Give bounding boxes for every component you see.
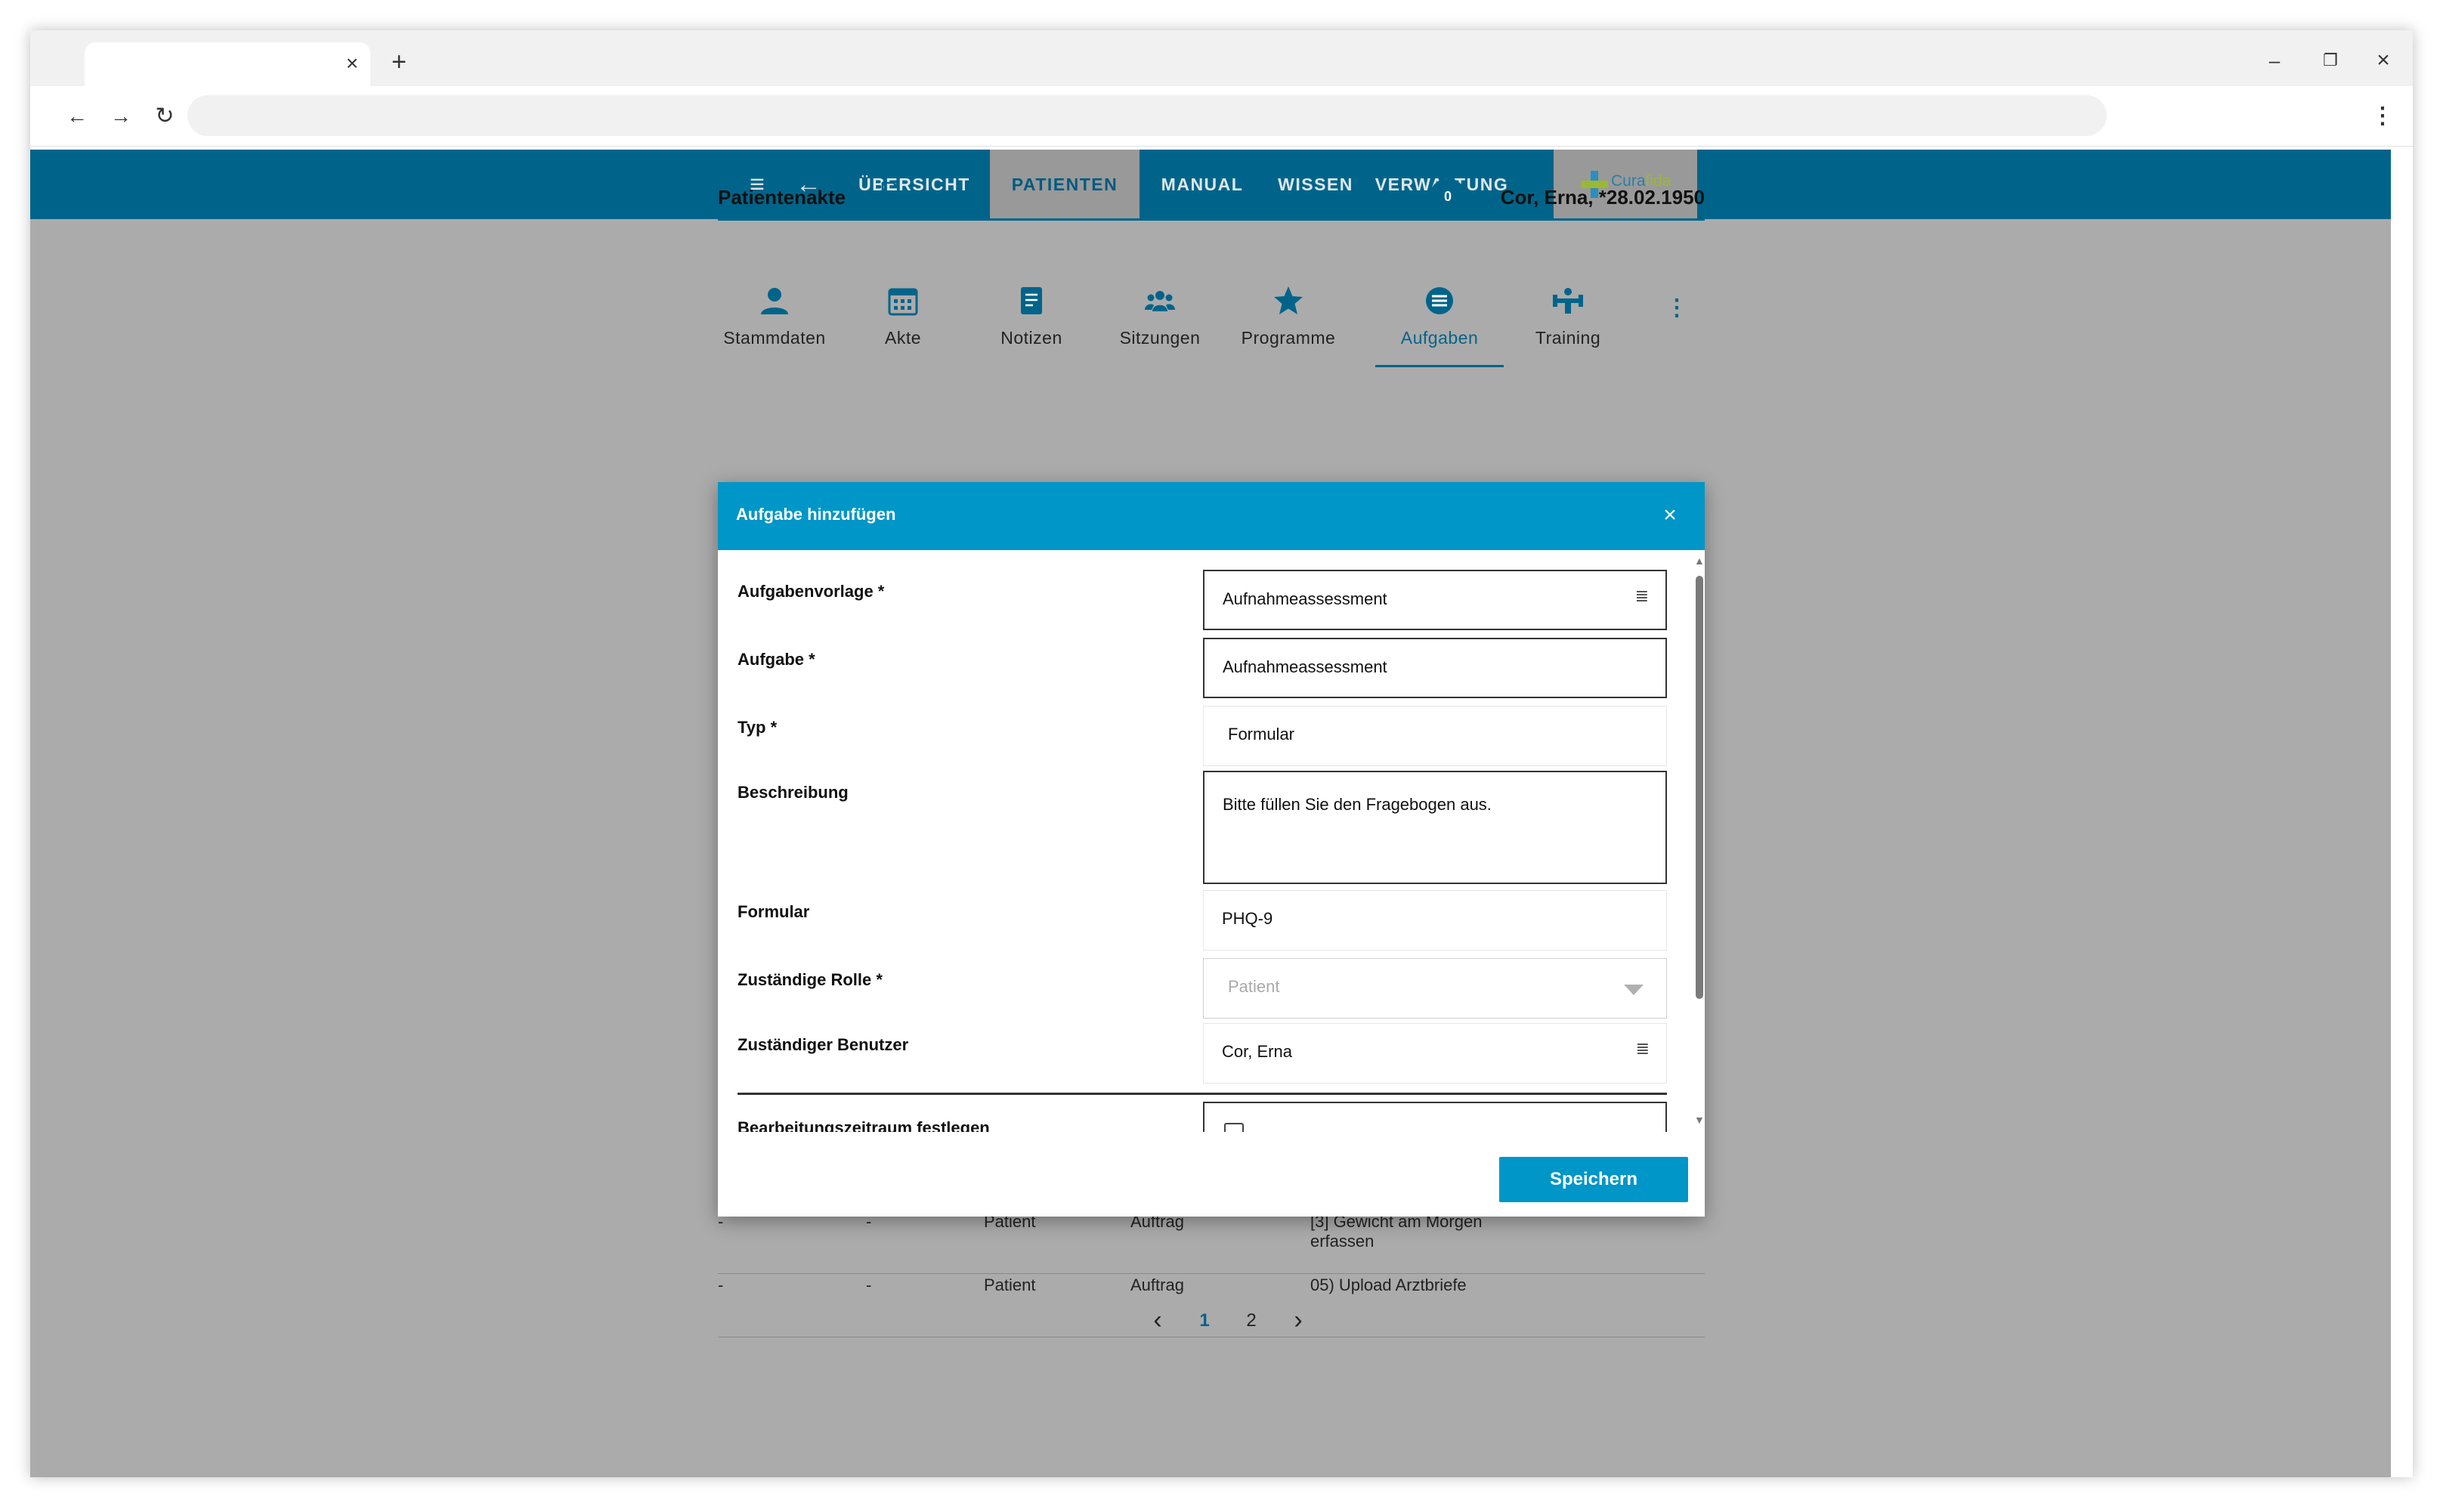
address-bar: ← → ↻ ⋮ (30, 86, 2413, 147)
period-checkbox[interactable] (1224, 1123, 1244, 1132)
tab-programme[interactable]: Programme (1224, 284, 1353, 367)
fitness-icon (1553, 288, 1583, 314)
chevron-down-icon (1624, 985, 1644, 995)
table-cell: erfassen (1310, 1232, 1375, 1251)
task-name-input[interactable]: Aufnahmeassessment (1203, 638, 1667, 698)
tab-stammdaten[interactable]: Stammdaten (710, 284, 839, 367)
table-cell: Patient (984, 1275, 1036, 1294)
dialog-scrollbar[interactable]: ▲ ▼ (1694, 555, 1705, 1129)
aufgabe-label: Aufgabe * (738, 650, 815, 669)
field-value: Formular (1228, 725, 1295, 744)
new-tab-icon[interactable]: + (384, 45, 414, 79)
restore-icon[interactable]: ❐ (2315, 44, 2346, 77)
tab-akte[interactable]: Akte (839, 284, 967, 367)
type-field: Formular (1203, 706, 1667, 766)
document-icon[interactable] (880, 181, 901, 209)
tab-label: Programme (1241, 328, 1336, 348)
tab-notizen[interactable]: Notizen (967, 284, 1096, 367)
reload-icon[interactable]: ↻ (148, 100, 181, 133)
star-icon (1274, 286, 1303, 314)
benutzer-label: Zuständiger Benutzer (738, 1035, 909, 1054)
tab-sitzungen[interactable]: Sitzungen (1096, 284, 1224, 367)
beschreibung-label: Beschreibung (738, 783, 849, 802)
tab-aufgaben[interactable]: Aufgaben (1375, 284, 1504, 367)
url-input[interactable] (187, 95, 2107, 136)
list-icon (1426, 287, 1453, 314)
record-header: Patientenakte 0 Cor, Erna, *28.02.1950 (718, 178, 1705, 221)
forward-icon[interactable]: → (104, 100, 138, 133)
page-title: Patientenakte (718, 186, 846, 209)
more-options-icon[interactable]: ⋮ (1665, 293, 1688, 323)
browser-tab[interactable] (85, 42, 370, 86)
zeitraum-label: Bearbeitungszeitraum festlegen (738, 1118, 990, 1132)
role-select[interactable]: Patient (1203, 958, 1667, 1019)
rolle-label: Zuständige Rolle * (738, 970, 883, 989)
app-viewport: ≡ ← ÜBERSICHT PATIENTEN MANUAL WISSEN VE… (30, 150, 2391, 1477)
window-close-icon[interactable]: × (2368, 44, 2398, 77)
group-icon (1145, 291, 1175, 311)
note-icon (1021, 287, 1042, 314)
description-textarea[interactable]: Bitte füllen Sie den Fragebogen aus. (1203, 771, 1667, 884)
scrollbar-thumb[interactable] (1696, 576, 1703, 999)
pagination-page-1[interactable]: 1 (1189, 1310, 1220, 1331)
browser-menu-icon[interactable]: ⋮ (2367, 100, 2398, 133)
list-select-icon[interactable]: ≣ (1636, 1039, 1650, 1059)
period-toggle-field[interactable] (1203, 1102, 1667, 1132)
divider (738, 1093, 1667, 1095)
pagination-next-icon[interactable]: › (1283, 1306, 1313, 1335)
responsible-user-field[interactable]: Cor, Erna ≣ (1203, 1023, 1667, 1084)
tab-close-icon[interactable]: × (339, 48, 366, 79)
field-value: Aufnahmeassessment (1223, 657, 1387, 676)
field-value: Bitte füllen Sie den Fragebogen aus. (1223, 795, 1492, 814)
dialog-body[interactable]: Aufgabenvorlage * Aufnahmeassessment ≣ A… (718, 550, 1705, 1132)
tab-label: Notizen (1000, 328, 1062, 348)
save-button[interactable]: Speichern (1499, 1157, 1688, 1202)
tab-label: Aufgaben (1400, 328, 1479, 348)
back-icon[interactable]: ← (60, 100, 94, 133)
table-cell: - (866, 1275, 872, 1294)
task-template-field[interactable]: Aufnahmeassessment ≣ (1203, 570, 1667, 630)
field-value: PHQ-9 (1222, 909, 1273, 928)
tab-label: Sitzungen (1119, 328, 1201, 348)
vorlage-label: Aufgabenvorlage * (738, 582, 885, 601)
patient-name: Cor, Erna, *28.02.1950 (1500, 186, 1705, 209)
dialog-header: Aufgabe hinzufügen × (718, 482, 1705, 550)
calendar-icon (888, 288, 918, 316)
form-field: PHQ-9 (1203, 890, 1667, 951)
table-row[interactable]: - - Patient Auftrag [3] Gewicht am Morge… (718, 1212, 1705, 1274)
browser-window: × + – ❐ × ← → ↻ ⋮ ≡ ← ÜBERSICHT PATIENTE… (30, 30, 2413, 1477)
list-select-icon[interactable]: ≣ (1635, 586, 1649, 606)
field-value: Aufnahmeassessment (1223, 589, 1387, 608)
tab-label: Stammdaten (723, 328, 826, 348)
typ-label: Typ * (738, 718, 778, 737)
pagination-prev-icon[interactable]: ‹ (1143, 1306, 1173, 1335)
tab-training[interactable]: Training (1504, 284, 1632, 367)
tab-label: Akte (884, 328, 922, 348)
field-placeholder: Patient (1228, 977, 1280, 996)
dialog-title: Aufgabe hinzufügen (736, 505, 896, 524)
field-value: Cor, Erna (1222, 1042, 1292, 1061)
table-cell: Auftrag (1130, 1275, 1184, 1294)
table-cell: 05) Upload Arztbriefe (1310, 1275, 1467, 1294)
tab-label: Training (1535, 328, 1601, 348)
browser-tab-strip: × + – ❐ × (30, 30, 2413, 86)
table-cell: - (718, 1275, 724, 1294)
scroll-up-icon[interactable]: ▲ (1694, 555, 1705, 567)
person-icon (761, 288, 788, 314)
add-task-dialog: Aufgabe hinzufügen × Aufgabenvorlage * A… (718, 482, 1705, 1217)
minimize-icon[interactable]: – (2259, 44, 2290, 77)
scroll-down-icon[interactable]: ▼ (1694, 1114, 1705, 1126)
chat-badge[interactable]: 0 (1430, 178, 1466, 215)
pagination-page-2[interactable]: 2 (1236, 1310, 1266, 1331)
dialog-close-icon[interactable]: × (1655, 500, 1685, 530)
formular-label: Formular (738, 902, 810, 921)
